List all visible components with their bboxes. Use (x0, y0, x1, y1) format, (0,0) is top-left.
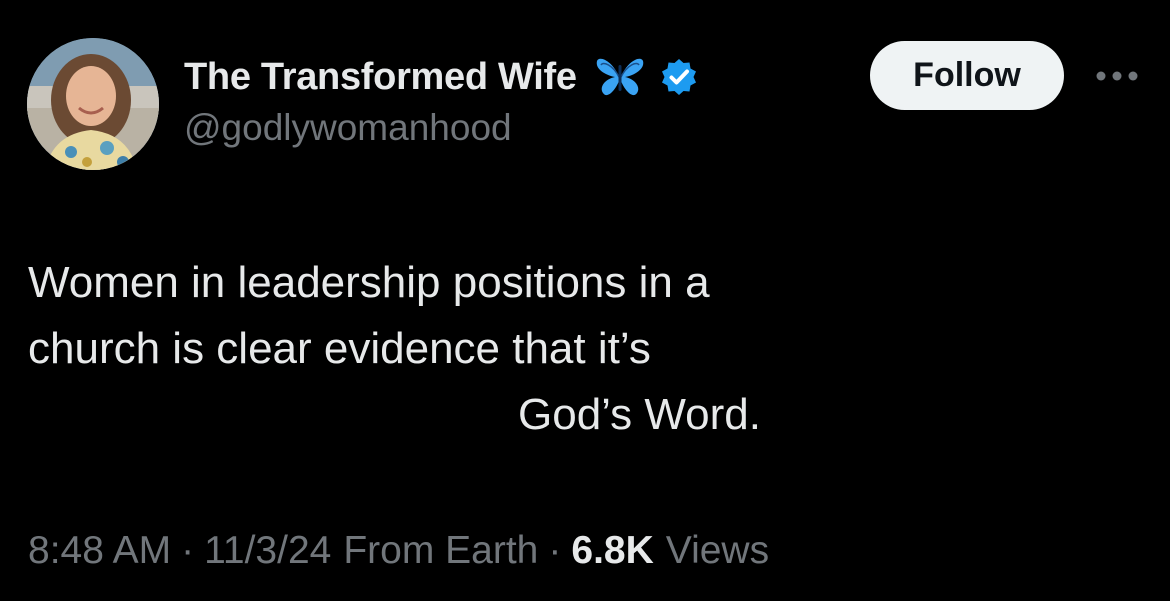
tweet-text: Women in leadership positions in a churc… (28, 250, 908, 448)
tweet-date[interactable]: 11/3/24 (204, 529, 331, 573)
separator: · (548, 529, 562, 572)
tweet-text-line: Women in leadership positions in a (28, 258, 710, 307)
author-handle[interactable]: @godlywomanhood (184, 107, 512, 149)
tweet: The Transformed Wife @godlywomanhood Fol… (0, 0, 1170, 601)
follow-button[interactable]: Follow (870, 41, 1064, 110)
tweet-metadata: 8:48 AM · 11/3/24 From Earth · 6.8K View… (28, 529, 769, 573)
tweet-text-line: church is clear evidence that it’s (28, 324, 651, 373)
views-label: Views (665, 529, 770, 572)
verified-icon[interactable] (659, 57, 699, 97)
author-name-row: The Transformed Wife (184, 52, 699, 102)
tweet-text-line: God’s Word. (518, 390, 761, 439)
butterfly-icon (595, 55, 645, 99)
separator: · (181, 529, 195, 572)
more-options-button[interactable] (1092, 58, 1142, 94)
avatar[interactable] (27, 38, 159, 170)
tweet-time[interactable]: 8:48 AM (28, 529, 171, 573)
more-horizontal-icon (1096, 71, 1138, 81)
views-count[interactable]: 6.8K (571, 529, 653, 573)
author-display-name[interactable]: The Transformed Wife (184, 56, 577, 99)
avatar-photo (27, 38, 159, 170)
tweet-source: From Earth (343, 529, 539, 572)
